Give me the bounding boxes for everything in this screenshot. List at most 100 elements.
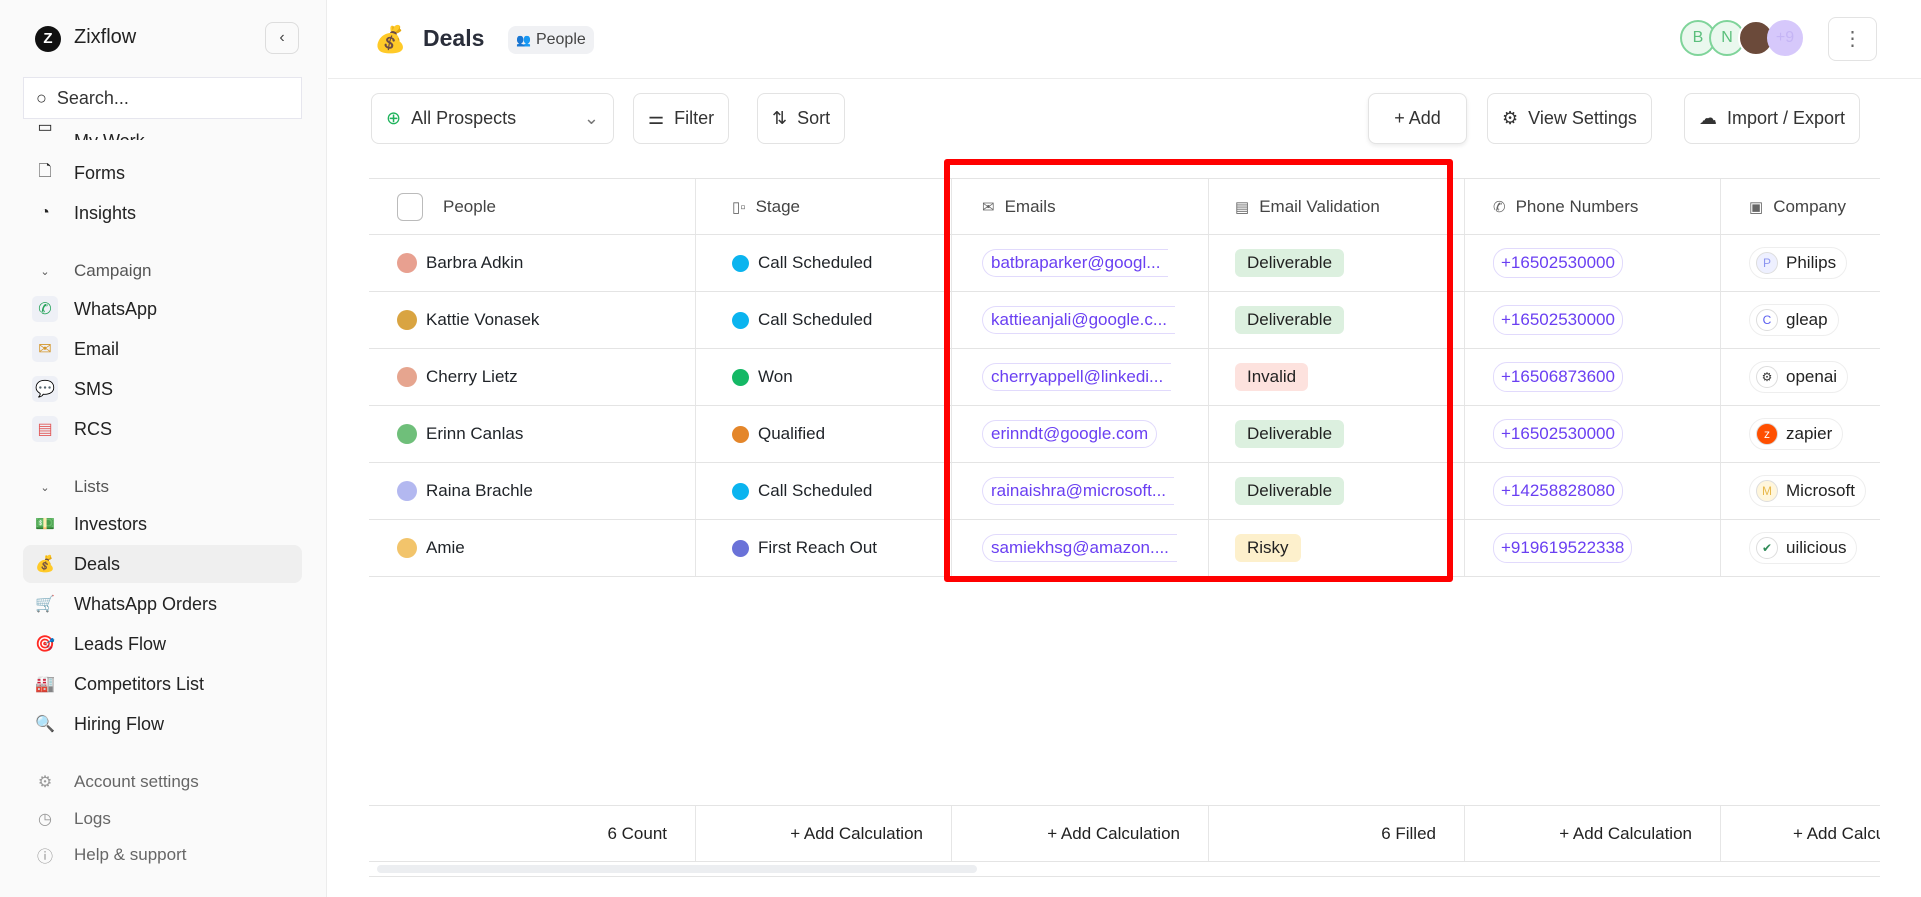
add-calculation-button[interactable]: + Add Calculation (1721, 806, 1880, 861)
help-support-link[interactable]: ⓘ Help & support (23, 836, 302, 874)
column-header-people[interactable]: People (369, 179, 696, 234)
company-chip[interactable]: ✔ uilicious (1749, 532, 1858, 564)
email-validation-cell[interactable]: Invalid (1209, 349, 1465, 405)
campaign-section-toggle[interactable]: ⌄ Campaign (23, 252, 302, 290)
company-chip[interactable]: Cgleap (1749, 304, 1839, 336)
sidebar-item-whatsapp-orders[interactable]: 🛒 WhatsApp Orders (23, 585, 302, 623)
email-chip[interactable]: batbraparker@googl... (982, 249, 1169, 277)
view-selector-dropdown[interactable]: ⊕ All Prospects ⌄ (371, 93, 614, 144)
email-cell[interactable]: erinndt@google.com (952, 406, 1209, 462)
company-cell[interactable]: ⚙ openai (1721, 349, 1880, 405)
count-calculation[interactable]: 6 Count (369, 806, 696, 861)
add-calculation-button[interactable]: + Add Calculation (952, 806, 1209, 861)
email-cell[interactable]: cherryappell@linkedi... (952, 349, 1209, 405)
table-row[interactable]: Cherry Lietz Won cherryappell@linkedi...… (369, 349, 1880, 406)
filled-calculation[interactable]: 6 Filled (1209, 806, 1465, 861)
filter-button[interactable]: ⚌ Filter (633, 93, 730, 144)
column-header-stage[interactable]: ▯▫ Stage (696, 179, 952, 234)
email-cell[interactable]: kattieanjali@google.c... (952, 292, 1209, 348)
email-cell[interactable]: samiekhsg@amazon.... (952, 520, 1209, 576)
view-settings-button[interactable]: ⚙ View Settings (1487, 93, 1652, 144)
table-row[interactable]: Erinn Canlas Qualified erinndt@google.co… (369, 406, 1880, 463)
stage-cell[interactable]: First Reach Out (696, 520, 952, 576)
phone-cell[interactable]: +16502530000 (1465, 292, 1721, 348)
phone-chip[interactable]: +14258828080 (1493, 476, 1623, 506)
add-calculation-button[interactable]: + Add Calculation (696, 806, 952, 861)
column-header-company[interactable]: ▣ Company (1721, 179, 1880, 234)
table-row[interactable]: Kattie Vonasek Call Scheduled kattieanja… (369, 292, 1880, 349)
sidebar-item-email[interactable]: ✉ Email (23, 330, 302, 368)
phone-cell[interactable]: +14258828080 (1465, 463, 1721, 519)
phone-chip[interactable]: +919619522338 (1493, 533, 1633, 563)
phone-chip[interactable]: +16506873600 (1493, 362, 1623, 392)
phone-cell[interactable]: +919619522338 (1465, 520, 1721, 576)
company-chip[interactable]: M Microsoft (1749, 475, 1866, 507)
email-validation-cell[interactable]: Risky (1209, 520, 1465, 576)
person-cell[interactable]: Cherry Lietz (369, 349, 696, 405)
phone-chip[interactable]: +16502530000 (1493, 248, 1623, 278)
email-validation-cell[interactable]: Deliverable (1209, 235, 1465, 291)
object-type-badge[interactable]: 👥 People (508, 26, 594, 54)
sidebar-item-competitors-list[interactable]: 🏭 Competitors List (23, 665, 302, 703)
email-cell[interactable]: rainaishra@microsoft... (952, 463, 1209, 519)
sort-button[interactable]: ⇅ Sort (757, 93, 846, 144)
email-chip[interactable]: samiekhsg@amazon.... (982, 534, 1177, 562)
collaborator-avatars[interactable]: B N +9 (1680, 20, 1803, 56)
phone-cell[interactable]: +16506873600 (1465, 349, 1721, 405)
account-settings-link[interactable]: ⚙ Account settings (23, 763, 302, 801)
person-cell[interactable]: Raina Brachle (369, 463, 696, 519)
person-cell[interactable]: Amie (369, 520, 696, 576)
import-export-button[interactable]: ☁ Import / Export (1684, 93, 1861, 144)
search-input[interactable]: ○ Search... (23, 77, 302, 119)
company-cell[interactable]: z zapier (1721, 406, 1880, 462)
scrollbar-thumb[interactable] (377, 865, 977, 873)
add-calculation-button[interactable]: + Add Calculation (1465, 806, 1721, 861)
person-cell[interactable]: Erinn Canlas (369, 406, 696, 462)
lists-section-toggle[interactable]: ⌄ Lists (23, 468, 302, 506)
phone-chip[interactable]: +16502530000 (1493, 305, 1623, 335)
company-chip[interactable]: z zapier (1749, 418, 1844, 450)
more-avatars-count[interactable]: +9 (1767, 20, 1803, 56)
stage-cell[interactable]: Call Scheduled (696, 235, 952, 291)
sidebar-item-whatsapp[interactable]: ✆ WhatsApp (23, 290, 302, 328)
company-cell[interactable]: Cgleap (1721, 292, 1880, 348)
sidebar-item-my-work[interactable]: ▭ My Work (23, 114, 302, 140)
add-button[interactable]: + Add (1368, 93, 1467, 144)
horizontal-scrollbar[interactable] (369, 862, 1880, 877)
stage-cell[interactable]: Call Scheduled (696, 292, 952, 348)
company-cell[interactable]: ✔ uilicious (1721, 520, 1880, 576)
sidebar-item-leads-flow[interactable]: 🎯 Leads Flow (23, 625, 302, 663)
email-validation-cell[interactable]: Deliverable (1209, 406, 1465, 462)
column-header-phone-numbers[interactable]: ✆ Phone Numbers (1465, 179, 1721, 234)
column-header-emails[interactable]: ✉ Emails (952, 179, 1209, 234)
sidebar-item-investors[interactable]: 💵 Investors (23, 505, 302, 543)
select-all-checkbox[interactable] (397, 192, 423, 221)
phone-cell[interactable]: +16502530000 (1465, 235, 1721, 291)
column-header-email-validation[interactable]: ▤ Email Validation (1209, 179, 1465, 234)
sidebar-item-forms[interactable]: 🗋 Forms (23, 154, 302, 192)
table-row[interactable]: Raina Brachle Call Scheduled rainaishra@… (369, 463, 1880, 520)
company-cell[interactable]: P Philips (1721, 235, 1880, 291)
collapse-sidebar-button[interactable]: ‹ (265, 22, 299, 54)
sidebar-item-hiring-flow[interactable]: 🔍 Hiring Flow (23, 705, 302, 743)
sidebar-item-sms[interactable]: 💬 SMS (23, 370, 302, 408)
stage-cell[interactable]: Qualified (696, 406, 952, 462)
more-options-button[interactable]: ⋮ (1828, 17, 1877, 61)
sidebar-item-insights[interactable]: ◔ Insights (23, 194, 302, 232)
phone-chip[interactable]: +16502530000 (1493, 419, 1623, 449)
stage-cell[interactable]: Call Scheduled (696, 463, 952, 519)
email-chip[interactable]: cherryappell@linkedi... (982, 363, 1172, 391)
email-chip[interactable]: erinndt@google.com (982, 420, 1158, 448)
table-row[interactable]: Amie First Reach Out samiekhsg@amazon...… (369, 520, 1880, 577)
email-chip[interactable]: rainaishra@microsoft... (982, 477, 1175, 505)
sidebar-item-deals[interactable]: 💰 Deals (23, 545, 302, 583)
email-validation-cell[interactable]: Deliverable (1209, 463, 1465, 519)
company-chip[interactable]: ⚙ openai (1749, 361, 1849, 393)
email-chip[interactable]: kattieanjali@google.c... (982, 306, 1176, 334)
table-row[interactable]: Barbra Adkin Call Scheduled batbraparker… (369, 235, 1880, 292)
person-cell[interactable]: Barbra Adkin (369, 235, 696, 291)
stage-cell[interactable]: Won (696, 349, 952, 405)
email-validation-cell[interactable]: Deliverable (1209, 292, 1465, 348)
sidebar-item-rcs[interactable]: ▤ RCS (23, 410, 302, 448)
company-chip[interactable]: P Philips (1749, 247, 1848, 279)
